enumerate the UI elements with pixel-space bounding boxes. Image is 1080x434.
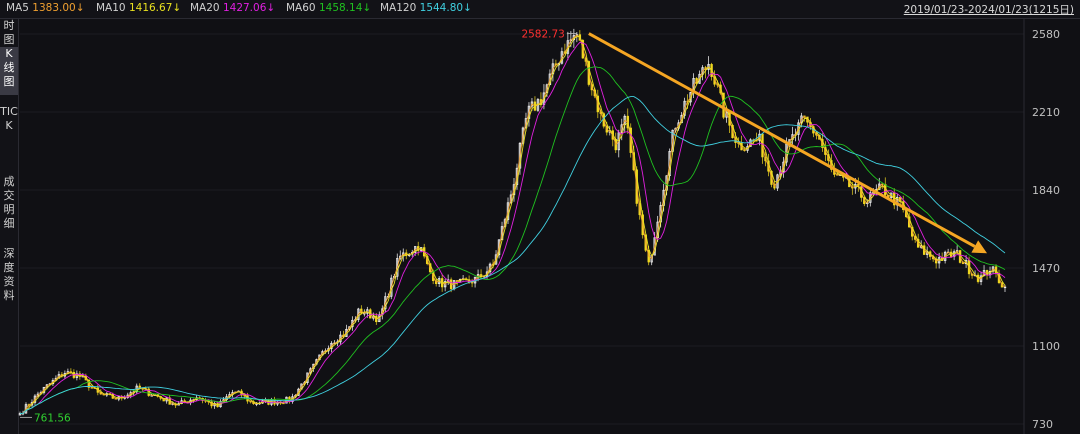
candle <box>168 395 171 405</box>
y-tick-label: 1840 <box>1032 184 1060 197</box>
candle <box>533 96 537 112</box>
y-tick-label: 730 <box>1032 418 1053 431</box>
candle <box>273 396 276 406</box>
kline-chart[interactable]: 2580 2210 1840 1470 1100 730 2582.73 761.56 <box>0 0 1080 434</box>
candle <box>617 129 620 158</box>
annotations: 2582.73 761.56 <box>20 28 988 424</box>
ma10-line <box>19 36 1006 414</box>
min-price-label: 761.56 <box>34 412 71 424</box>
grid-lines <box>20 33 1024 425</box>
y-tick-label: 1100 <box>1032 340 1060 353</box>
price-axis: 2580 2210 1840 1470 1100 730 <box>1023 19 1060 434</box>
candle <box>360 305 363 315</box>
y-tick-label: 2210 <box>1032 106 1060 119</box>
candle <box>1003 284 1007 292</box>
candle <box>707 56 710 75</box>
trend-arrow-shaft <box>588 32 976 248</box>
ma120-line <box>19 96 1006 414</box>
ma20-line <box>19 41 1006 414</box>
candle <box>740 135 743 151</box>
candle <box>69 368 73 375</box>
ma60-line <box>19 66 1006 414</box>
candle <box>443 279 447 292</box>
candle <box>952 249 956 261</box>
candle <box>117 396 120 402</box>
moving-average-lines <box>19 34 1006 414</box>
y-tick-label: 1470 <box>1032 262 1060 275</box>
y-tick-label: 2580 <box>1032 28 1060 41</box>
max-price-label: 2582.73 <box>521 28 564 40</box>
